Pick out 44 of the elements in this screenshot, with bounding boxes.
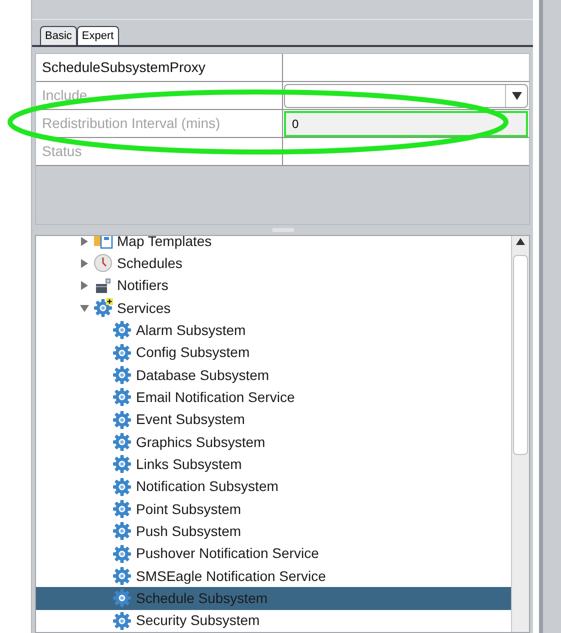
gear-icon — [112, 521, 132, 542]
tree-item[interactable]: Graphics Subsystem — [36, 430, 511, 454]
gear-icon — [112, 320, 132, 340]
gear-icon — [93, 298, 113, 318]
tree-item[interactable]: Config Subsystem — [36, 342, 511, 364]
tree-item[interactable]: Email Notification Service — [36, 386, 511, 409]
scrollbar[interactable] — [511, 236, 529, 632]
property-label: ScheduleSubsystemProxy — [36, 54, 283, 81]
tab[interactable]: Expert — [76, 26, 119, 45]
tree-item[interactable]: Services — [36, 296, 511, 320]
gear-icon — [112, 566, 132, 586]
scroll-up-icon[interactable] — [516, 238, 525, 245]
property-label: Status — [36, 138, 283, 165]
gear-icon — [112, 410, 132, 430]
clock-icon — [93, 253, 113, 274]
tree-item[interactable]: Alarm Subsystem — [36, 319, 511, 342]
tree-item[interactable]: Schedules — [36, 252, 511, 275]
gear-icon — [112, 544, 132, 564]
tree-item[interactable]: SMSEagle Notification Service — [36, 564, 511, 588]
property-label: Redistribution Interval (mins) — [36, 110, 283, 137]
collapsed-arrow-icon[interactable] — [80, 236, 89, 246]
tree-item[interactable]: Event Subsystem — [36, 408, 511, 431]
collapsed-arrow-icon[interactable] — [80, 258, 89, 268]
gear-icon — [112, 387, 132, 408]
gear-icon — [112, 342, 132, 363]
tree-item[interactable]: Point Subsystem — [36, 498, 511, 520]
tree-item[interactable]: Notifiers — [36, 274, 511, 297]
gear-icon — [112, 588, 132, 608]
dropdown-arrow-icon — [512, 92, 522, 100]
tree-item[interactable]: Database Subsystem — [36, 364, 511, 386]
tree-item[interactable]: Notification Subsystem — [36, 476, 511, 498]
tree-item[interactable]: Pushover Notification Service — [36, 542, 511, 565]
expanded-arrow-icon[interactable] — [80, 304, 89, 313]
tab[interactable]: Basic — [40, 26, 77, 45]
collapsed-arrow-icon[interactable] — [80, 281, 89, 290]
gear-icon — [112, 454, 132, 474]
mailbox-icon — [93, 276, 113, 296]
tree-item[interactable]: Push Subsystem — [36, 520, 511, 543]
gear-icon — [112, 499, 132, 520]
gear-icon — [112, 476, 132, 497]
gear-icon — [112, 432, 132, 452]
tree-item[interactable]: Links Subsystem — [36, 453, 511, 476]
tree-item[interactable]: Security Subsystem — [36, 610, 511, 632]
gear-icon — [112, 365, 132, 386]
